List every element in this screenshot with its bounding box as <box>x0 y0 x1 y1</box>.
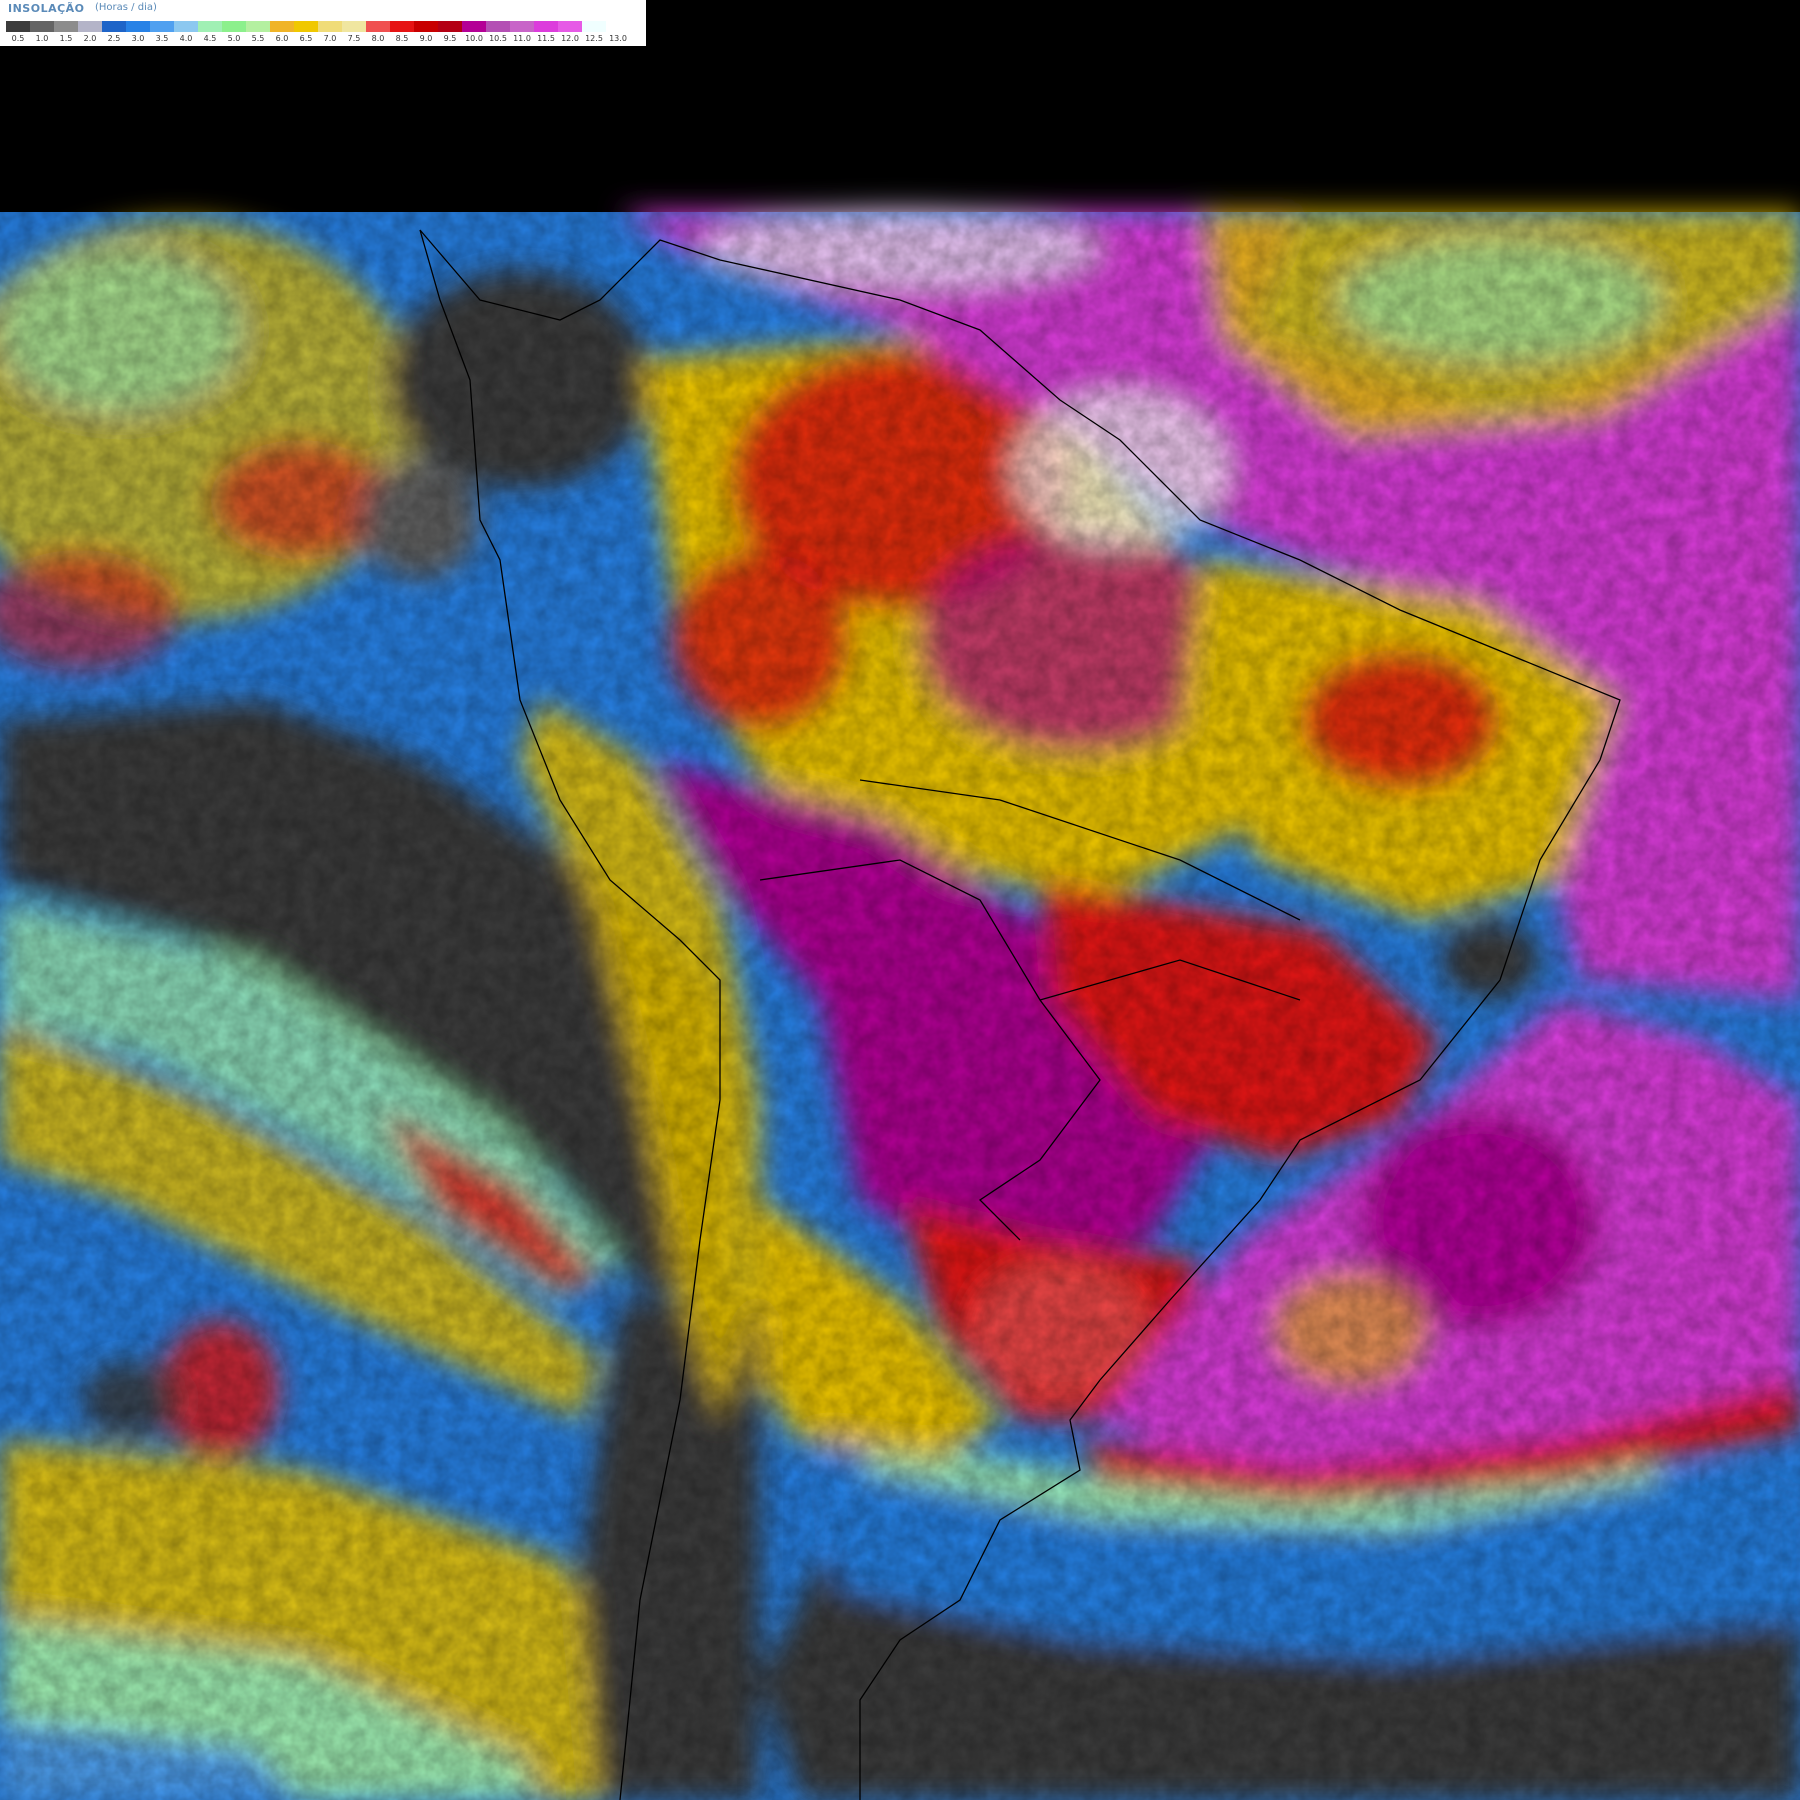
legend-swatch <box>534 21 558 32</box>
legend-tick-label: 5.0 <box>227 34 241 43</box>
legend-swatch <box>102 21 126 32</box>
legend-tick-label: 11.5 <box>537 34 555 43</box>
legend-swatch <box>294 21 318 32</box>
legend-swatch <box>486 21 510 32</box>
legend-tick-label: 9.5 <box>443 34 457 43</box>
legend-tick-label: 8.5 <box>395 34 409 43</box>
legend-color-bar <box>6 21 630 32</box>
legend-tick-label: 10.5 <box>489 34 507 43</box>
legend-tick-label: 4.0 <box>179 34 193 43</box>
legend-swatch <box>606 21 630 32</box>
legend-swatch <box>510 21 534 32</box>
legend-tick-label: 1.0 <box>35 34 49 43</box>
legend-tick-label: 2.0 <box>83 34 97 43</box>
legend-tick-label: 3.0 <box>131 34 145 43</box>
legend-swatch <box>246 21 270 32</box>
legend-swatch <box>174 21 198 32</box>
legend-swatch <box>222 21 246 32</box>
legend-swatch <box>582 21 606 32</box>
legend-tick-label: 2.5 <box>107 34 121 43</box>
legend-title: INSOLAÇÃO <box>8 2 85 15</box>
legend-swatch <box>390 21 414 32</box>
legend-swatch <box>30 21 54 32</box>
legend-tick-label: 12.5 <box>585 34 603 43</box>
legend-swatch <box>462 21 486 32</box>
legend-tick-label: 9.0 <box>419 34 433 43</box>
legend-tick-label: 4.5 <box>203 34 217 43</box>
legend-tick-label: 7.0 <box>323 34 337 43</box>
insolation-map <box>0 0 1800 1800</box>
legend-unit: (Horas / dia) <box>95 2 157 13</box>
legend-tick-label: 5.5 <box>251 34 265 43</box>
legend-swatch <box>198 21 222 32</box>
legend-swatch <box>6 21 30 32</box>
legend-tick-label: 11.0 <box>513 34 531 43</box>
legend-tick-label: 10.0 <box>465 34 483 43</box>
legend-tick-label: 8.0 <box>371 34 385 43</box>
legend-swatch <box>414 21 438 32</box>
legend-tick-label: 0.5 <box>11 34 25 43</box>
legend-tick-label: 6.5 <box>299 34 313 43</box>
legend-swatch <box>270 21 294 32</box>
legend-swatch <box>78 21 102 32</box>
legend-swatch <box>150 21 174 32</box>
legend-tick-label: 7.5 <box>347 34 361 43</box>
legend-swatch <box>318 21 342 32</box>
legend: INSOLAÇÃO (Horas / dia) 0.5 1.0 1.5 2.0 2.5 3… <box>0 0 646 46</box>
legend-tick-label: 3.5 <box>155 34 169 43</box>
insolation-field <box>0 210 1800 1800</box>
legend-tick-label: 6.0 <box>275 34 289 43</box>
legend-swatch <box>126 21 150 32</box>
legend-tick-label: 13.0 <box>609 34 627 43</box>
legend-tick-label: 1.5 <box>59 34 73 43</box>
legend-swatch <box>366 21 390 32</box>
legend-swatch <box>438 21 462 32</box>
legend-swatch <box>54 21 78 32</box>
legend-tick-label: 12.0 <box>561 34 579 43</box>
legend-swatch <box>558 21 582 32</box>
legend-swatch <box>342 21 366 32</box>
